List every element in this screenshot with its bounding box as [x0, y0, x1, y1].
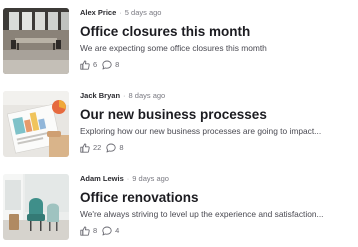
post-stats: 8 4: [80, 226, 358, 236]
meta-separator: ·: [123, 91, 126, 100]
like-count: 22: [93, 143, 102, 152]
author-name[interactable]: Adam Lewis: [80, 174, 124, 183]
like-count: 6: [93, 60, 98, 69]
post-time: 8 days ago: [128, 91, 166, 100]
charts-documents-image: [3, 91, 69, 157]
like-count: 8: [93, 226, 98, 235]
post-card[interactable]: Alex Price · 5 days ago Office closures th…: [0, 0, 358, 82]
post-title[interactable]: Our new business processes: [80, 107, 358, 123]
post-excerpt: We're always striving to level up the ex…: [80, 209, 324, 219]
meta-separator: ·: [126, 174, 130, 183]
comment-count: 8: [119, 143, 124, 152]
author-name[interactable]: Jack Bryan: [80, 91, 120, 100]
comment-bubble-icon: [102, 60, 112, 70]
meta-separator: ·: [119, 8, 122, 17]
like-button[interactable]: 22: [80, 143, 101, 153]
post-feed: Alex Price · 5 days ago Office closures th…: [0, 0, 358, 247]
like-button[interactable]: 8: [80, 226, 97, 236]
post-card[interactable]: Jack Bryan · 8 days ago Our new business p…: [0, 83, 358, 165]
post-meta: Alex Price · 5 days ago: [80, 8, 358, 18]
post-card[interactable]: Adam Lewis · 9 days ago Office renovations…: [0, 166, 358, 247]
thumbs-up-icon: [80, 60, 90, 70]
office-photo-image: [3, 8, 69, 74]
post-body: Jack Bryan · 8 days ago Our new business p…: [80, 91, 358, 153]
post-time: 5 days ago: [124, 8, 162, 17]
post-time: 9 days ago: [132, 174, 169, 183]
post-thumbnail-lounge[interactable]: [3, 174, 69, 240]
post-body: Alex Price · 5 days ago Office closures th…: [80, 8, 358, 70]
post-thumbnail-office[interactable]: [3, 8, 69, 74]
post-excerpt: We are expecting some office closures th…: [80, 43, 267, 53]
post-meta: Adam Lewis · 9 days ago: [80, 174, 358, 184]
post-thumbnail-charts[interactable]: [3, 91, 69, 157]
post-stats: 6 8: [80, 60, 358, 70]
comment-button[interactable]: 8: [106, 143, 124, 153]
comment-count: 4: [115, 226, 120, 235]
post-meta: Jack Bryan · 8 days ago: [80, 91, 358, 101]
comment-count: 8: [115, 60, 120, 69]
post-title[interactable]: Office renovations: [80, 190, 358, 206]
comment-button[interactable]: 4: [102, 226, 119, 236]
post-excerpt: Exploring how our new business processes…: [80, 126, 322, 136]
post-body: Adam Lewis · 9 days ago Office renovations…: [80, 174, 358, 236]
office-lounge-image: [3, 174, 69, 240]
like-button[interactable]: 6: [80, 60, 97, 70]
comment-bubble-icon: [102, 226, 112, 236]
thumbs-up-icon: [80, 143, 90, 153]
comment-bubble-icon: [106, 143, 116, 153]
comment-button[interactable]: 8: [102, 60, 119, 70]
post-stats: 22 8: [80, 143, 358, 153]
post-title[interactable]: Office closures this month: [80, 24, 358, 40]
author-name[interactable]: Alex Price: [80, 8, 116, 17]
thumbs-up-icon: [80, 226, 90, 236]
